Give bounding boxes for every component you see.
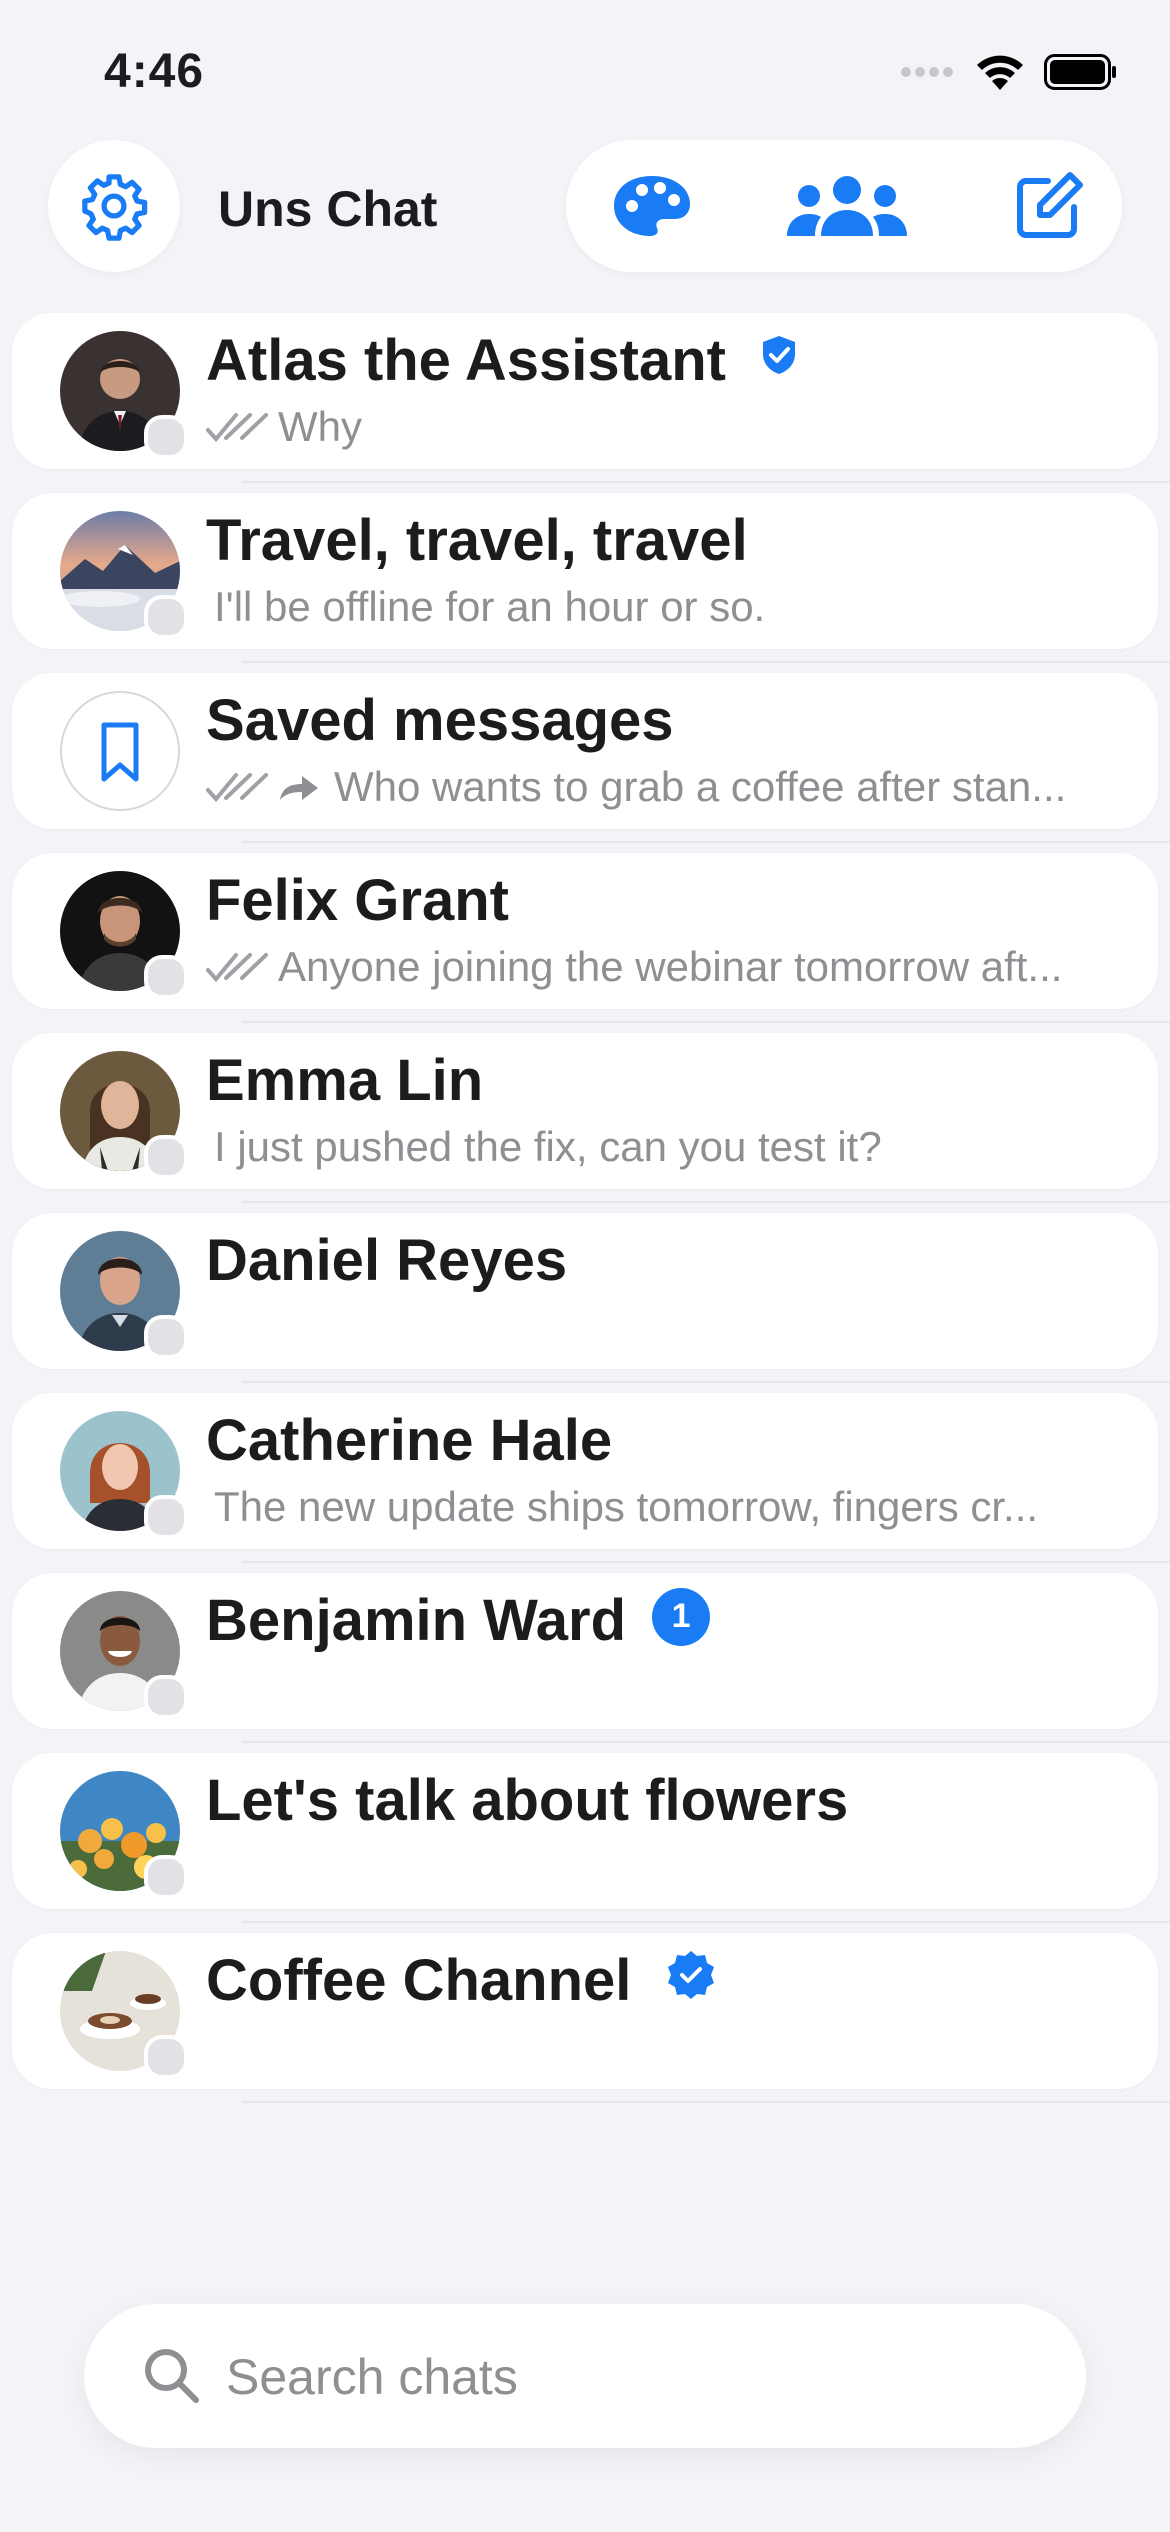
chat-item-emma-lin[interactable]: Emma Lin I just pushed the fix, can you … bbox=[12, 1033, 1170, 1203]
chat-name: Benjamin Ward 1 bbox=[206, 1587, 711, 1654]
search-input[interactable] bbox=[224, 2334, 1028, 2420]
status-time: 4:46 bbox=[104, 45, 205, 98]
forward-icon bbox=[280, 776, 318, 800]
chat-preview: Why bbox=[206, 403, 1146, 451]
bookmark-icon bbox=[101, 722, 139, 782]
presence-dot bbox=[144, 955, 188, 999]
chat-item-catherine-hale[interactable]: Catherine Hale The new update ships tomo… bbox=[12, 1393, 1170, 1563]
chat-item-coffee-channel[interactable]: Coffee Channel bbox=[12, 1933, 1170, 2103]
settings-button[interactable] bbox=[48, 140, 180, 272]
chat-item-felix-grant[interactable]: Felix Grant Anyone joining the webinar t… bbox=[12, 853, 1170, 1023]
battery-icon bbox=[1044, 54, 1116, 90]
compose-button[interactable] bbox=[1004, 170, 1094, 242]
divider bbox=[242, 1741, 1170, 1743]
app-title: Uns Chat bbox=[218, 181, 438, 237]
gear-icon bbox=[82, 174, 148, 241]
contacts-button[interactable] bbox=[782, 170, 912, 242]
presence-dot bbox=[144, 1855, 188, 1899]
chat-name: Atlas the Assistant bbox=[206, 327, 798, 394]
chat-name: Travel, travel, travel bbox=[206, 508, 748, 573]
chat-name: Felix Grant bbox=[206, 868, 509, 933]
wifi-icon bbox=[977, 55, 1023, 90]
group-icon bbox=[787, 176, 907, 236]
chat-preview: I just pushed the fix, can you test it? bbox=[214, 1123, 882, 1170]
unread-badge: 1 bbox=[652, 1587, 711, 1646]
verified-shield-icon bbox=[763, 335, 795, 374]
chat-preview: I'll be offline for an hour or so. bbox=[214, 583, 766, 630]
divider bbox=[242, 481, 1170, 483]
status-bar: 4:46 bbox=[0, 0, 1170, 140]
double-check-icon bbox=[206, 953, 268, 983]
presence-dot bbox=[144, 595, 188, 639]
divider bbox=[242, 1201, 1170, 1203]
presence-dot bbox=[144, 415, 188, 459]
chat-name: Let's talk about flowers bbox=[206, 1768, 849, 1833]
chat-name: Emma Lin bbox=[206, 1048, 484, 1113]
chat-item-saved-messages[interactable]: Saved messages Who wants to grab a coffe… bbox=[12, 673, 1170, 843]
double-check-icon bbox=[206, 413, 268, 443]
signal-dots-icon bbox=[901, 67, 953, 77]
chat-preview: Anyone joining the webinar tomorrow aft.… bbox=[206, 943, 1146, 991]
chat-item-atlas-the-assistant[interactable]: Atlas the Assistant Why bbox=[12, 313, 1170, 483]
search-bar bbox=[84, 2304, 1086, 2448]
chat-item-daniel-reyes[interactable]: Daniel Reyes bbox=[12, 1213, 1170, 1383]
palette-icon bbox=[614, 176, 690, 236]
header-actions bbox=[566, 140, 1122, 272]
avatar bbox=[60, 691, 180, 811]
divider bbox=[242, 661, 1170, 663]
search-icon bbox=[145, 2349, 199, 2403]
presence-dot bbox=[144, 1135, 188, 1179]
presence-dot bbox=[144, 1675, 188, 1719]
divider bbox=[242, 1921, 1170, 1923]
presence-dot bbox=[144, 2035, 188, 2079]
theme-button[interactable] bbox=[602, 170, 702, 242]
compose-icon bbox=[1017, 172, 1083, 238]
presence-dot bbox=[144, 1495, 188, 1539]
chat-preview: The new update ships tomorrow, fingers c… bbox=[214, 1483, 1039, 1530]
divider bbox=[242, 841, 1170, 843]
chat-item-lets-talk-about-flowers[interactable]: Let's talk about flowers bbox=[12, 1753, 1170, 1923]
verified-seal-icon bbox=[668, 1950, 715, 1999]
status-icons bbox=[900, 52, 1118, 92]
double-check-icon bbox=[206, 773, 268, 803]
chat-name: Catherine Hale bbox=[206, 1408, 613, 1473]
chat-item-benjamin-ward[interactable]: Benjamin Ward 1 bbox=[12, 1573, 1170, 1743]
divider bbox=[242, 1021, 1170, 1023]
divider bbox=[242, 2101, 1170, 2103]
chat-item-travel-travel-travel[interactable]: Travel, travel, travel I'll be offline f… bbox=[12, 493, 1170, 663]
chat-name: Coffee Channel bbox=[206, 1947, 717, 2014]
chat-name: Daniel Reyes bbox=[206, 1228, 568, 1293]
chat-preview: Who wants to grab a coffee after stan... bbox=[206, 763, 1146, 811]
presence-dot bbox=[144, 1315, 188, 1359]
divider bbox=[242, 1381, 1170, 1383]
top-bar: Uns Chat bbox=[0, 140, 1170, 275]
divider bbox=[242, 1561, 1170, 1563]
chat-name: Saved messages bbox=[206, 688, 674, 753]
